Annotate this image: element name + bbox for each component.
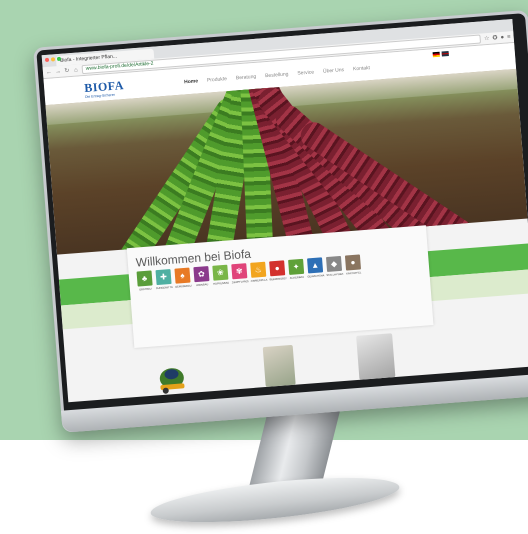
bookmark-star-icon[interactable]: ☆ [484, 35, 490, 42]
biofa-logo[interactable]: BIOFA Die Ertrag-Sicherer [84, 78, 125, 99]
category-kartoffel[interactable]: ● KARTOFFEL [344, 254, 362, 276]
screen: Biofa - Integrierter Pflan... ← → ↻ ⌂ ww… [41, 19, 528, 403]
ackerbau-icon: ✦ [288, 258, 305, 275]
home-icon[interactable]: ⌂ [73, 67, 79, 73]
category-obstbau[interactable]: ♣ OBSTBAU [136, 270, 154, 291]
category-zimmerpflanzen[interactable]: ♨ ZIMMERPFLANZEN [249, 261, 268, 283]
obstbau-icon: ♣ [136, 270, 153, 287]
nav-kontakt[interactable]: Kontakt [353, 65, 370, 72]
nav-produkte[interactable]: Produkte [207, 76, 227, 84]
back-icon[interactable]: ← [46, 69, 52, 75]
category-zierpflanzen[interactable]: ✾ ZIERPFLANZEN [230, 263, 249, 284]
menu-icon[interactable]: ≡ [507, 34, 511, 40]
category-beerenobst[interactable]: ● BEERENOBST [268, 260, 287, 281]
extension-icon[interactable]: ✪ [492, 34, 497, 41]
category-hopfenbau[interactable]: ❀ HOPFENBAU [211, 264, 229, 286]
category-duengemittel[interactable]: ✚ DÜNGEMITTEL [154, 268, 173, 290]
sprayer-product-image[interactable] [153, 359, 190, 396]
monitor: Biofa - Integrierter Pflan... ← → ↻ ⌂ ww… [30, 0, 528, 433]
nav-service[interactable]: Service [297, 69, 314, 76]
reload-icon[interactable]: ↻ [64, 67, 71, 74]
category-gewaechshaus[interactable]: ▲ GEWÄCHSHAUS [306, 257, 325, 279]
minimize-window-icon[interactable] [50, 57, 56, 62]
profile-icon[interactable]: ● [500, 34, 504, 40]
kartoffel-icon: ● [344, 254, 362, 271]
hopfenbau-icon: ❀ [212, 264, 229, 281]
nav-ueber-uns[interactable]: Über Uns [323, 67, 345, 75]
stallhygiene-icon: ◆ [325, 255, 343, 272]
german-flag-icon[interactable] [432, 51, 440, 58]
zimmerpflanzen-icon: ♨ [250, 261, 267, 278]
category-weinbau[interactable]: ✿ WEINBAU [192, 266, 210, 287]
weinbau-icon: ✿ [193, 266, 210, 283]
maximize-window-icon[interactable] [56, 56, 62, 62]
english-flag-icon[interactable] [441, 51, 449, 57]
product-bag-image[interactable] [262, 344, 296, 388]
language-switcher [432, 51, 449, 58]
category-ackerbau[interactable]: ✦ ACKERBAU [287, 258, 305, 280]
product-sack-image[interactable] [356, 333, 396, 380]
beerenobst-icon: ● [269, 260, 286, 277]
category-gemuesebau[interactable]: ♠ GEMÜSEBAU [173, 267, 192, 289]
nav-home[interactable]: Home [184, 78, 198, 85]
duengemittel-icon: ✚ [155, 268, 172, 286]
gewaechshaus-icon: ▲ [307, 257, 324, 274]
nav-bestellung[interactable]: Bestellung [265, 71, 289, 79]
gemuesebau-icon: ♠ [174, 267, 191, 284]
zierpflanzen-icon: ✾ [231, 263, 248, 280]
close-window-icon[interactable] [44, 57, 50, 62]
forward-icon[interactable]: → [55, 68, 61, 74]
nav-beratung[interactable]: Beratung [236, 74, 257, 82]
category-stallhygiene[interactable]: ◆ STALLHYGIENE [325, 255, 343, 277]
